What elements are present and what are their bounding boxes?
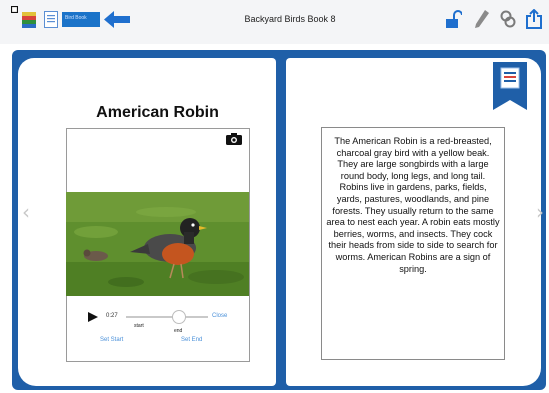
- active-book-tab-label: Bird Book: [65, 15, 87, 21]
- book-spine: [276, 54, 286, 390]
- page-title: American Robin: [96, 104, 219, 121]
- top-toolbar: Bird Book Backyard Birds Book 8: [0, 0, 549, 44]
- link-icon[interactable]: [500, 10, 516, 28]
- bookmark-ribbon-icon[interactable]: [493, 62, 527, 110]
- bird-photo: [66, 192, 249, 296]
- pencil-icon[interactable]: [475, 10, 489, 28]
- audio-scrub-thumb[interactable]: [172, 310, 186, 324]
- back-arrow-icon[interactable]: [104, 11, 130, 28]
- share-icon[interactable]: [526, 9, 542, 29]
- description-box: The American Robin is a red-breasted, ch…: [321, 127, 505, 360]
- next-page-arrow-icon[interactable]: ›: [536, 200, 544, 224]
- previous-page-arrow-icon[interactable]: ‹: [22, 200, 30, 224]
- camera-icon[interactable]: [226, 133, 242, 145]
- end-marker-label: end: [174, 328, 183, 334]
- play-icon[interactable]: [88, 312, 98, 322]
- set-end-button[interactable]: Set End: [181, 337, 202, 343]
- color-stack-icon[interactable]: [22, 12, 36, 28]
- page-thumbnail-icon[interactable]: [44, 11, 58, 28]
- audio-time: 0:27: [106, 313, 118, 319]
- description-text: The American Robin is a red-breasted, ch…: [326, 136, 500, 274]
- menu-square-icon[interactable]: [11, 6, 18, 13]
- audio-player: [72, 304, 240, 344]
- active-book-tab[interactable]: Bird Book: [62, 12, 100, 27]
- unlock-icon[interactable]: [446, 10, 462, 28]
- start-marker-label: start: [134, 323, 144, 329]
- set-start-button[interactable]: Set Start: [100, 337, 123, 343]
- close-audio-button[interactable]: Close: [212, 313, 227, 319]
- book-title: Backyard Birds Book 8: [244, 14, 336, 24]
- audio-scrub-track[interactable]: [126, 316, 208, 318]
